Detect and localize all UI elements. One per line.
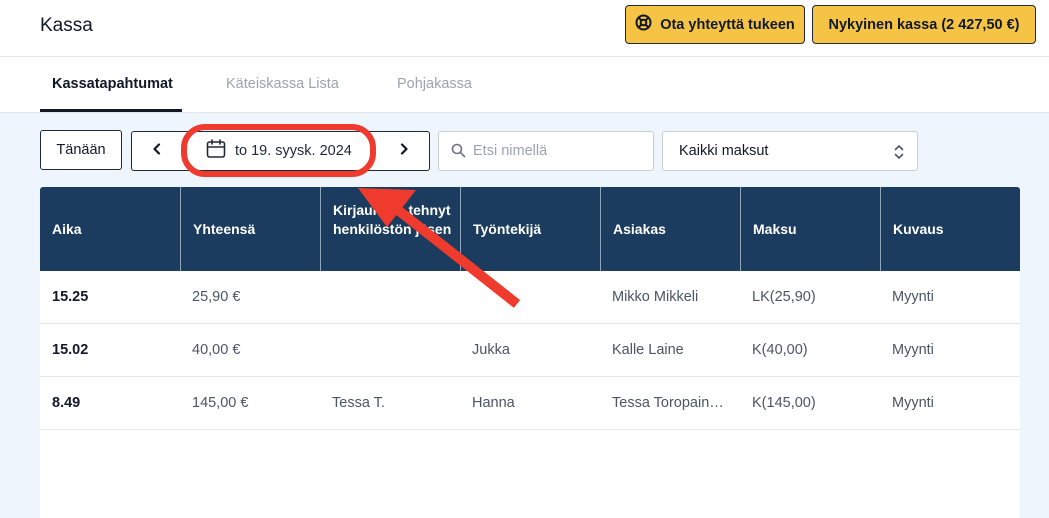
cell-payment: K(145,00) — [752, 395, 816, 411]
current-kassa-label: Nykyinen kassa (2 427,50 €) — [828, 16, 1020, 33]
next-day-button[interactable] — [379, 132, 429, 169]
today-button[interactable]: Tänään — [40, 130, 122, 170]
search-box — [438, 131, 654, 171]
cell-time: 8.49 — [52, 395, 81, 411]
selected-date: to 19. syysk. 2024 — [235, 142, 352, 159]
lifebuoy-icon — [635, 14, 652, 35]
date-navigator: to 19. syysk. 2024 — [131, 131, 430, 171]
cell-recorded-by — [320, 271, 460, 323]
column-header-yhteensa[interactable]: Yhteensä — [180, 187, 320, 271]
current-kassa-button[interactable]: Nykyinen kassa (2 427,50 €) — [812, 5, 1036, 44]
table-row[interactable]: 15.25 25,90 € Mikko Mikkeli LK(25,90) My… — [40, 271, 1020, 324]
column-header-aika[interactable]: Aika — [40, 187, 180, 271]
tab-pohjakassa[interactable]: Pohjakassa — [397, 76, 472, 92]
tab-bar: Kassatapahtumat Käteiskassa Lista Pohjak… — [0, 57, 1049, 113]
cell-total: 145,00 € — [192, 395, 249, 411]
column-header-kuvaus[interactable]: Kuvaus — [880, 187, 1020, 271]
column-header-asiakas[interactable]: Asiakas — [600, 187, 740, 271]
column-header-kirjaaja[interactable]: Kirjauksen tehnyt henkilöstön jäsen — [320, 187, 460, 271]
chevron-left-icon — [152, 142, 162, 160]
cell-description: Myynti — [892, 395, 934, 411]
cell-payment: LK(25,90) — [752, 289, 816, 305]
search-input[interactable] — [473, 132, 649, 170]
page-title: Kassa — [40, 15, 93, 36]
table-header: Aika Yhteensä Kirjauksen tehnyt henkilös… — [40, 187, 1020, 271]
date-picker[interactable]: to 19. syysk. 2024 — [206, 132, 352, 169]
active-tab-indicator — [40, 109, 182, 112]
tab-kassatapahtumat[interactable]: Kassatapahtumat — [52, 76, 173, 92]
column-header-tyontekija[interactable]: Työntekijä — [460, 187, 600, 271]
main-content: Tänään to 19. syysk. 2024 Etsi nimellä K… — [0, 113, 1049, 518]
chevron-up-down-icon — [893, 143, 905, 166]
cell-employee — [460, 271, 600, 323]
cell-payment: K(40,00) — [752, 342, 808, 358]
cell-recorded-by: Tessa T. — [332, 395, 385, 411]
table-row[interactable]: 15.02 40,00 € Jukka Kalle Laine K(40,00)… — [40, 324, 1020, 377]
cell-employee: Jukka — [472, 342, 510, 358]
calendar-icon — [206, 138, 226, 163]
cell-time: 15.25 — [52, 289, 89, 305]
cell-time: 15.02 — [52, 342, 89, 358]
top-bar: Kassa Ota yhteyttä tukeen Nykyinen kassa… — [0, 0, 1049, 57]
cell-description: Myynti — [892, 342, 934, 358]
cell-customer: Kalle Laine — [612, 342, 684, 358]
tab-kateiskassa-lista[interactable]: Käteiskassa Lista — [226, 76, 339, 92]
cell-total: 25,90 € — [192, 289, 241, 305]
cell-total: 40,00 € — [192, 342, 241, 358]
contact-support-button[interactable]: Ota yhteyttä tukeen — [625, 5, 805, 44]
payment-filter-value: Kaikki maksut — [679, 143, 769, 159]
column-header-maksu[interactable]: Maksu — [740, 187, 880, 271]
contact-support-label: Ota yhteyttä tukeen — [660, 16, 795, 33]
cell-customer: Mikko Mikkeli — [612, 289, 699, 305]
previous-day-button[interactable] — [132, 132, 182, 169]
cell-employee: Hanna — [472, 395, 515, 411]
transactions-table: Aika Yhteensä Kirjauksen tehnyt henkilös… — [40, 187, 1020, 518]
table-row[interactable]: 8.49 145,00 € Tessa T. Hanna Tessa Torop… — [40, 377, 1020, 430]
chevron-right-icon — [399, 142, 409, 160]
cell-recorded-by — [320, 324, 460, 376]
cell-customer: Tessa Toropain… — [612, 395, 724, 411]
search-icon — [451, 143, 466, 163]
cell-description: Myynti — [892, 289, 934, 305]
payment-filter-select[interactable]: Kaikki maksut — [662, 131, 918, 171]
